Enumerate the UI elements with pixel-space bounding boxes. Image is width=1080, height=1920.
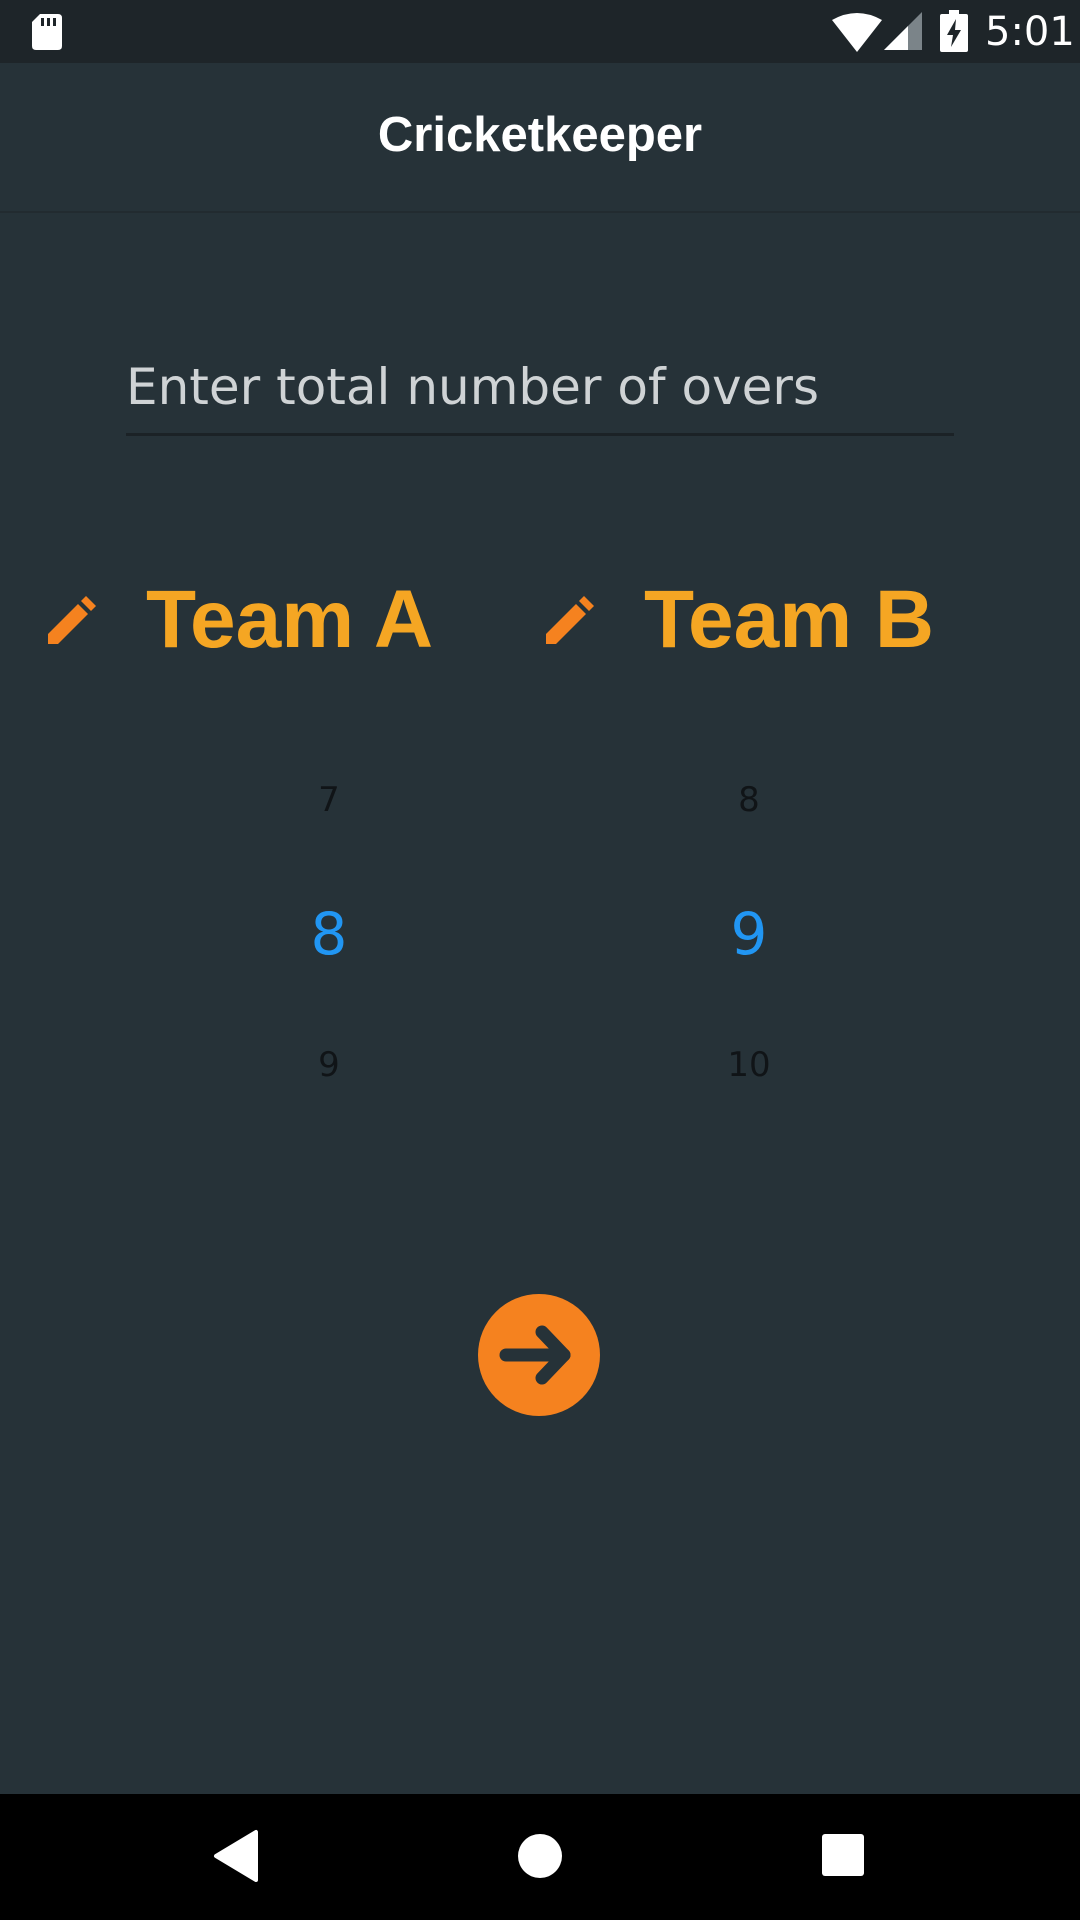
status-time: 5:01 (985, 9, 1075, 55)
overs-input-container (126, 340, 954, 436)
picker-prev-value[interactable]: 8 (639, 780, 859, 820)
picker-selected-value[interactable]: 9 (639, 900, 859, 968)
picker-next-value[interactable]: 10 (639, 1045, 859, 1085)
system-nav-bar (0, 1794, 1080, 1920)
pencil-icon[interactable] (544, 596, 594, 646)
picker-prev-value[interactable]: 7 (219, 780, 439, 820)
signal-icon (884, 12, 922, 50)
recents-icon[interactable] (816, 1828, 872, 1884)
pencil-icon[interactable] (46, 596, 96, 646)
team-b-name: Team B (644, 574, 935, 665)
picker-next-value[interactable]: 9 (219, 1045, 439, 1085)
wifi-icon (832, 13, 882, 52)
team-b-number-picker[interactable]: 8 9 10 (639, 760, 859, 1120)
picker-selected-value[interactable]: 8 (219, 900, 439, 968)
team-a-name: Team A (146, 574, 434, 665)
app-toolbar: Cricketkeeper (0, 63, 1080, 213)
back-icon[interactable] (212, 1828, 268, 1884)
next-button[interactable] (478, 1294, 600, 1416)
team-a[interactable]: Team A (46, 570, 446, 680)
sd-card-icon (32, 14, 62, 50)
app-title: Cricketkeeper (377, 108, 703, 162)
battery-charging-icon (940, 10, 968, 52)
team-a-number-picker[interactable]: 7 8 9 (219, 760, 439, 1120)
status-bar: 5:01 (0, 0, 1080, 63)
overs-input[interactable] (126, 340, 954, 433)
team-b[interactable]: Team B (544, 570, 964, 680)
home-icon[interactable] (512, 1828, 568, 1884)
arrow-right-icon (499, 1325, 571, 1385)
